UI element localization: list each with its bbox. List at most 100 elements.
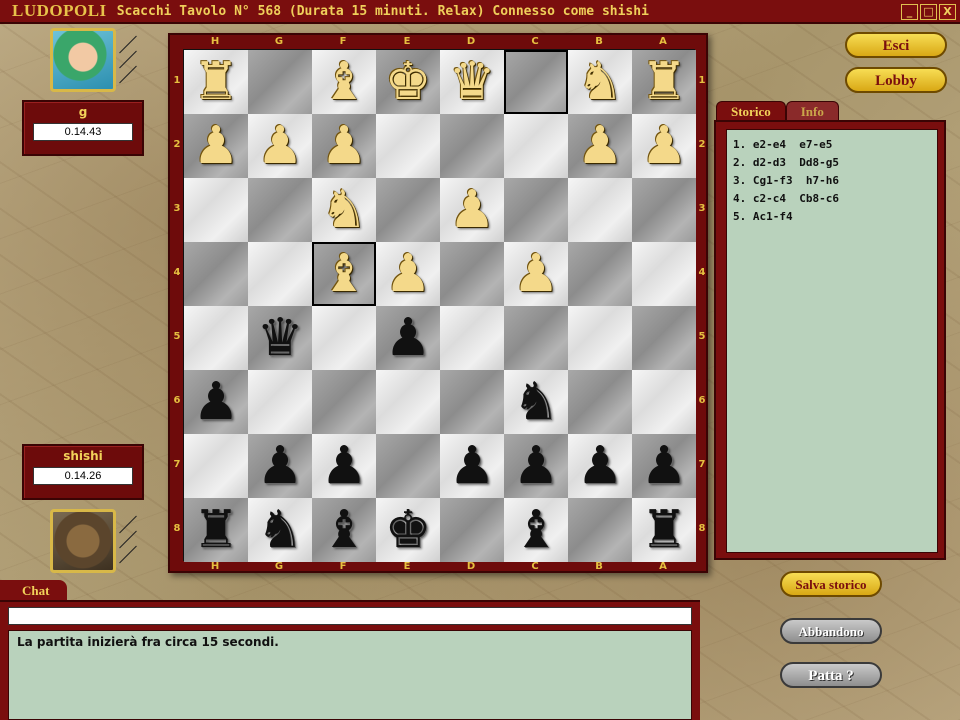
exit-button[interactable]: Esci [845, 32, 947, 58]
board-square-h8[interactable]: ♜ [184, 498, 248, 562]
board-square-h1[interactable]: ♜ [184, 50, 248, 114]
board-square-a5[interactable] [632, 306, 696, 370]
white-pawn-icon[interactable]: ♟ [385, 248, 432, 300]
board-square-f5[interactable] [312, 306, 376, 370]
board-square-e4[interactable]: ♟ [376, 242, 440, 306]
board-square-e1[interactable]: ♚ [376, 50, 440, 114]
chess-board[interactable]: ♜ ♝ ♚ ♛ ♞ ♜ ♟ ♟ ♟ ♟ ♟ ♞ ♟ ♝ ♟ ♟ ♛ ♟ ♟ ♞ ♟ ♟ ♟ ♟ ♟ ♟ ♜ ♞ ♝ ♚ ♝ ♜ [183, 49, 696, 562]
board-square-c6[interactable]: ♞ [504, 370, 568, 434]
board-square-g3[interactable] [248, 178, 312, 242]
board-square-c4[interactable]: ♟ [504, 242, 568, 306]
board-square-c3[interactable] [504, 178, 568, 242]
board-square-g5[interactable]: ♛ [248, 306, 312, 370]
resign-button[interactable]: Abbandono [780, 618, 882, 644]
board-square-d8[interactable] [440, 498, 504, 562]
black-knight-icon[interactable]: ♞ [513, 376, 560, 428]
white-knight-icon[interactable]: ♞ [577, 56, 624, 108]
board-square-c8[interactable]: ♝ [504, 498, 568, 562]
board-square-a3[interactable] [632, 178, 696, 242]
board-square-b5[interactable] [568, 306, 632, 370]
board-square-h5[interactable] [184, 306, 248, 370]
board-square-f8[interactable]: ♝ [312, 498, 376, 562]
board-square-b6[interactable] [568, 370, 632, 434]
board-square-g8[interactable]: ♞ [248, 498, 312, 562]
chat-input[interactable] [8, 607, 692, 625]
board-square-g7[interactable]: ♟ [248, 434, 312, 498]
close-button[interactable]: X [939, 4, 956, 20]
draw-offer-button[interactable]: Patta ? [780, 662, 882, 688]
board-square-h4[interactable] [184, 242, 248, 306]
board-square-f2[interactable]: ♟ [312, 114, 376, 178]
board-square-c1[interactable] [504, 50, 568, 114]
white-pawn-icon[interactable]: ♟ [321, 120, 368, 172]
black-rook-icon[interactable]: ♜ [641, 504, 688, 556]
board-square-d1[interactable]: ♛ [440, 50, 504, 114]
white-pawn-icon[interactable]: ♟ [449, 184, 496, 236]
black-pawn-icon[interactable]: ♟ [641, 440, 688, 492]
board-square-h3[interactable] [184, 178, 248, 242]
minimize-button[interactable]: _ [901, 4, 918, 20]
board-square-d6[interactable] [440, 370, 504, 434]
black-pawn-icon[interactable]: ♟ [449, 440, 496, 492]
tab-info[interactable]: Info [785, 101, 839, 121]
board-square-f4[interactable]: ♝ [312, 242, 376, 306]
save-history-button[interactable]: Salva storico [780, 571, 882, 597]
board-square-e2[interactable] [376, 114, 440, 178]
black-bishop-icon[interactable]: ♝ [321, 504, 368, 556]
black-knight-icon[interactable]: ♞ [257, 504, 304, 556]
board-square-a6[interactable] [632, 370, 696, 434]
board-square-e5[interactable]: ♟ [376, 306, 440, 370]
white-pawn-icon[interactable]: ♟ [641, 120, 688, 172]
chat-tab[interactable]: Chat [0, 580, 68, 602]
white-pawn-icon[interactable]: ♟ [513, 248, 560, 300]
board-square-c2[interactable] [504, 114, 568, 178]
board-square-f7[interactable]: ♟ [312, 434, 376, 498]
black-queen-icon[interactable]: ♛ [257, 312, 304, 364]
board-square-a4[interactable] [632, 242, 696, 306]
board-square-h6[interactable]: ♟ [184, 370, 248, 434]
black-pawn-icon[interactable]: ♟ [385, 312, 432, 364]
board-square-b4[interactable] [568, 242, 632, 306]
board-square-g1[interactable] [248, 50, 312, 114]
black-rook-icon[interactable]: ♜ [193, 504, 240, 556]
board-square-g2[interactable]: ♟ [248, 114, 312, 178]
board-square-c5[interactable] [504, 306, 568, 370]
black-king-icon[interactable]: ♚ [385, 504, 432, 556]
board-square-e6[interactable] [376, 370, 440, 434]
board-square-a8[interactable]: ♜ [632, 498, 696, 562]
board-square-h7[interactable] [184, 434, 248, 498]
board-square-e8[interactable]: ♚ [376, 498, 440, 562]
white-pawn-icon[interactable]: ♟ [193, 120, 240, 172]
board-square-a2[interactable]: ♟ [632, 114, 696, 178]
board-square-h2[interactable]: ♟ [184, 114, 248, 178]
white-rook-icon[interactable]: ♜ [193, 56, 240, 108]
board-square-d7[interactable]: ♟ [440, 434, 504, 498]
maximize-button[interactable]: □ [920, 4, 937, 20]
black-pawn-icon[interactable]: ♟ [513, 440, 560, 492]
tab-storico[interactable]: Storico [716, 101, 786, 121]
board-square-d3[interactable]: ♟ [440, 178, 504, 242]
white-knight-icon[interactable]: ♞ [321, 184, 368, 236]
board-square-d4[interactable] [440, 242, 504, 306]
white-rook-icon[interactable]: ♜ [641, 56, 688, 108]
board-square-b7[interactable]: ♟ [568, 434, 632, 498]
board-square-e3[interactable] [376, 178, 440, 242]
board-square-g6[interactable] [248, 370, 312, 434]
board-square-b8[interactable] [568, 498, 632, 562]
board-square-c7[interactable]: ♟ [504, 434, 568, 498]
board-square-f3[interactable]: ♞ [312, 178, 376, 242]
board-square-a7[interactable]: ♟ [632, 434, 696, 498]
white-pawn-icon[interactable]: ♟ [577, 120, 624, 172]
lobby-button[interactable]: Lobby [845, 67, 947, 93]
board-square-f6[interactable] [312, 370, 376, 434]
board-square-e7[interactable] [376, 434, 440, 498]
board-square-b2[interactable]: ♟ [568, 114, 632, 178]
board-square-d5[interactable] [440, 306, 504, 370]
board-square-f1[interactable]: ♝ [312, 50, 376, 114]
board-square-a1[interactable]: ♜ [632, 50, 696, 114]
white-bishop-icon[interactable]: ♝ [321, 248, 368, 300]
white-king-icon[interactable]: ♚ [385, 56, 432, 108]
board-square-b3[interactable] [568, 178, 632, 242]
white-queen-icon[interactable]: ♛ [449, 56, 496, 108]
black-pawn-icon[interactable]: ♟ [257, 440, 304, 492]
